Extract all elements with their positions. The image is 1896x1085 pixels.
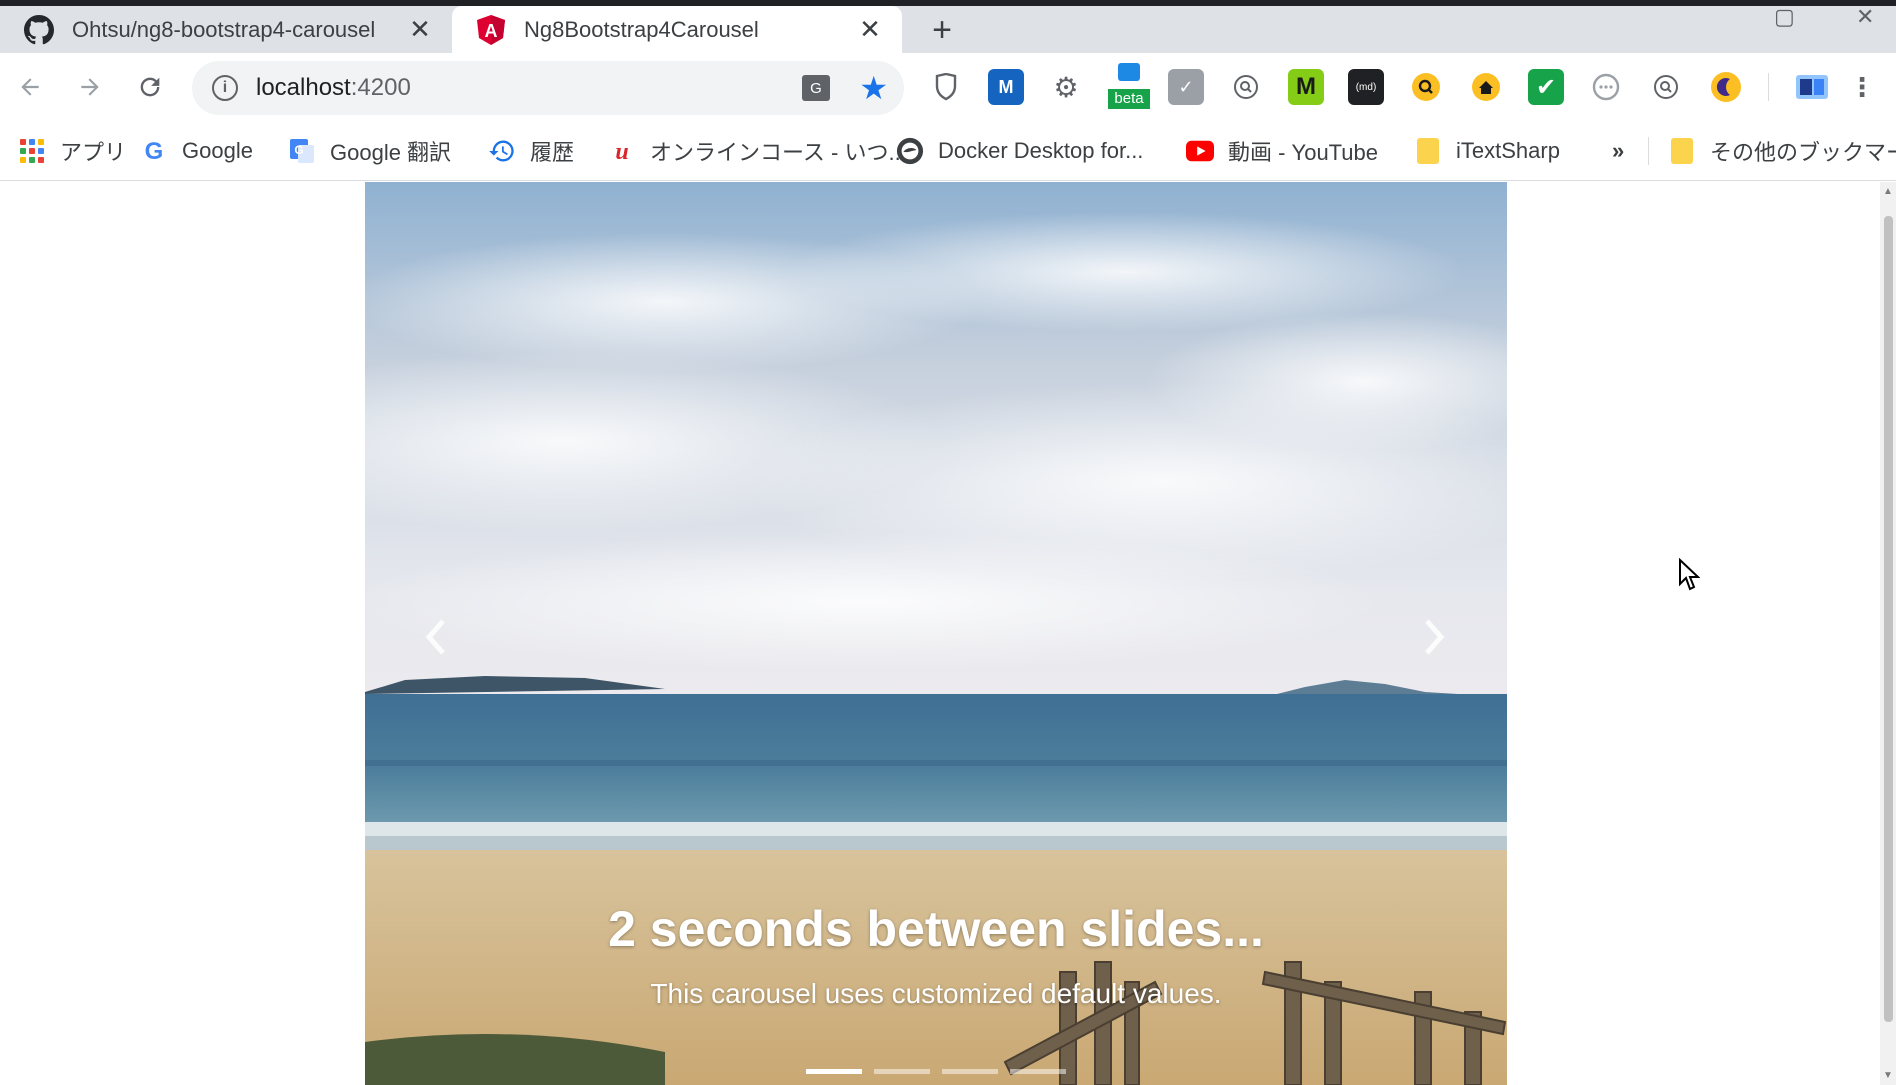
bookmark-online-course[interactable]: u オンラインコース - いつ... <box>608 131 907 171</box>
forward-arrow-icon <box>81 78 99 96</box>
search-extension-icon[interactable] <box>1228 69 1264 105</box>
close-tab-icon[interactable]: ✕ <box>406 14 434 44</box>
carousel-prev-button[interactable] <box>410 612 460 662</box>
tab-ng8-carousel[interactable]: A Ng8Bootstrap4Carousel ✕ <box>452 6 902 53</box>
bookmark-label: Google 翻訳 <box>330 140 452 165</box>
carousel-indicators <box>365 1069 1507 1074</box>
svg-text:A: A <box>485 21 498 41</box>
m-extension-icon[interactable]: M <box>988 69 1024 105</box>
bookmarks-bar: アプリ G Google G Google 翻訳 履歴 u オンラインコース -… <box>0 121 1896 181</box>
bookmark-label: アプリ <box>60 140 127 165</box>
docker-icon <box>896 137 924 165</box>
tab-title: Ng8Bootstrap4Carousel <box>524 16 759 42</box>
md-extension-icon[interactable]: (md) <box>1348 69 1384 105</box>
chevron-right-icon <box>1425 619 1445 655</box>
moon-extension-icon[interactable] <box>1708 69 1744 105</box>
bookmark-label: 動画 - YouTube <box>1228 140 1379 165</box>
chrome-menu-icon[interactable]: ⋮ <box>1849 69 1875 105</box>
translate-extension-icon[interactable] <box>1792 69 1832 105</box>
tab-strip: Ohtsu/ng8-bootstrap4-carousel ✕ A Ng8Boo… <box>0 0 1896 53</box>
angular-icon: A <box>476 14 506 45</box>
bookmark-star-icon[interactable]: ★ <box>859 69 888 107</box>
site-info-icon[interactable]: i <box>212 75 238 101</box>
address-bar[interactable]: i localhost:4200 G ★ <box>192 61 904 115</box>
shield-extension-icon[interactable] <box>928 69 964 105</box>
page-content: 2 seconds between slides... This carouse… <box>0 182 1896 1085</box>
folder-icon <box>1414 137 1442 165</box>
carousel-indicator[interactable] <box>874 1069 930 1074</box>
folder-icon <box>1668 137 1696 165</box>
bookmark-label: 履歴 <box>530 140 575 165</box>
maximize-icon[interactable]: ▢ <box>1774 4 1795 30</box>
carousel-indicator[interactable] <box>806 1069 862 1074</box>
svg-text:u: u <box>615 139 628 165</box>
bookmark-youtube[interactable]: 動画 - YouTube <box>1186 131 1378 171</box>
bookmark-other-bookmarks[interactable]: その他のブックマーク <box>1668 131 1896 171</box>
translate-page-icon[interactable]: G <box>802 75 830 101</box>
github-icon <box>24 14 54 45</box>
m-green-extension-icon[interactable]: M <box>1288 69 1324 105</box>
back-button[interactable] <box>10 67 50 107</box>
home-extension-icon[interactable] <box>1468 69 1504 105</box>
carousel-next-button[interactable] <box>1410 612 1460 662</box>
reload-icon <box>140 77 160 97</box>
close-window-icon[interactable]: ✕ <box>1856 4 1874 30</box>
chevron-left-icon <box>425 619 445 655</box>
svg-text:G: G <box>294 143 303 157</box>
bookmark-google[interactable]: G Google <box>140 131 253 171</box>
history-icon <box>488 137 516 165</box>
bookmark-itextsharp[interactable]: iTextSharp <box>1414 131 1560 171</box>
url-text: localhost:4200 <box>256 74 411 101</box>
beta-extension-icon[interactable]: beta <box>1108 63 1150 109</box>
carousel-indicator[interactable] <box>1010 1069 1066 1074</box>
back-arrow-icon <box>21 78 39 96</box>
chart-extension-icon[interactable]: ✓ <box>1168 69 1204 105</box>
close-tab-icon[interactable]: ✕ <box>856 14 884 44</box>
forward-button[interactable] <box>70 67 110 107</box>
film-extension-icon[interactable]: ⚙ <box>1048 69 1084 105</box>
scroll-up-icon[interactable]: ▲ <box>1883 186 1893 197</box>
bookmark-history[interactable]: 履歴 <box>488 131 574 171</box>
carousel-indicator[interactable] <box>942 1069 998 1074</box>
page-scrollbar[interactable]: ▲ ▼ <box>1880 182 1896 1085</box>
bookmark-label: Google <box>182 138 253 163</box>
bookmark-label: オンラインコース - いつ... <box>650 140 907 165</box>
check-extension-icon[interactable]: ✔ <box>1528 69 1564 105</box>
google-translate-icon: G <box>288 137 316 165</box>
bookmark-label: iTextSharp <box>1456 138 1560 163</box>
bookmark-label: その他のブックマーク <box>1710 140 1896 165</box>
caption-text: This carousel uses customized default va… <box>650 978 1222 1009</box>
bookmark-apps[interactable]: アプリ <box>18 131 126 171</box>
tab-title: Ohtsu/ng8-bootstrap4-carousel <box>72 16 376 42</box>
mouse-cursor-icon <box>1678 557 1701 597</box>
bookmark-docker[interactable]: Docker Desktop for... <box>896 131 1143 171</box>
zoom-extension-icon[interactable] <box>1408 69 1444 105</box>
apps-grid-icon <box>18 137 46 165</box>
tab-github-repo[interactable]: Ohtsu/ng8-bootstrap4-carousel ✕ <box>0 6 452 53</box>
caption-title: 2 seconds between slides... <box>608 901 1264 957</box>
svg-text:G: G <box>145 138 164 164</box>
comment-extension-icon[interactable] <box>1588 69 1624 105</box>
scroll-down-icon[interactable]: ▼ <box>1883 1070 1893 1081</box>
carousel: 2 seconds between slides... This carouse… <box>365 182 1507 1085</box>
zoom2-extension-icon[interactable] <box>1648 69 1684 105</box>
google-g-icon: G <box>140 137 168 165</box>
new-tab-button[interactable]: + <box>924 11 960 49</box>
bookmarks-divider <box>1648 137 1649 165</box>
youtube-icon <box>1186 137 1214 165</box>
bookmark-overflow-button[interactable]: » <box>1612 131 1624 171</box>
bookmark-google-translate[interactable]: G Google 翻訳 <box>288 131 451 171</box>
udemy-icon: u <box>608 137 636 165</box>
browser-toolbar: i localhost:4200 G ★ M ⚙ beta ✓ M (md) ✔… <box>0 53 1896 121</box>
reload-button[interactable] <box>130 67 170 107</box>
scrollbar-thumb[interactable] <box>1884 216 1893 1022</box>
toolbar-divider <box>1768 73 1769 101</box>
bookmark-label: Docker Desktop for... <box>938 138 1144 163</box>
